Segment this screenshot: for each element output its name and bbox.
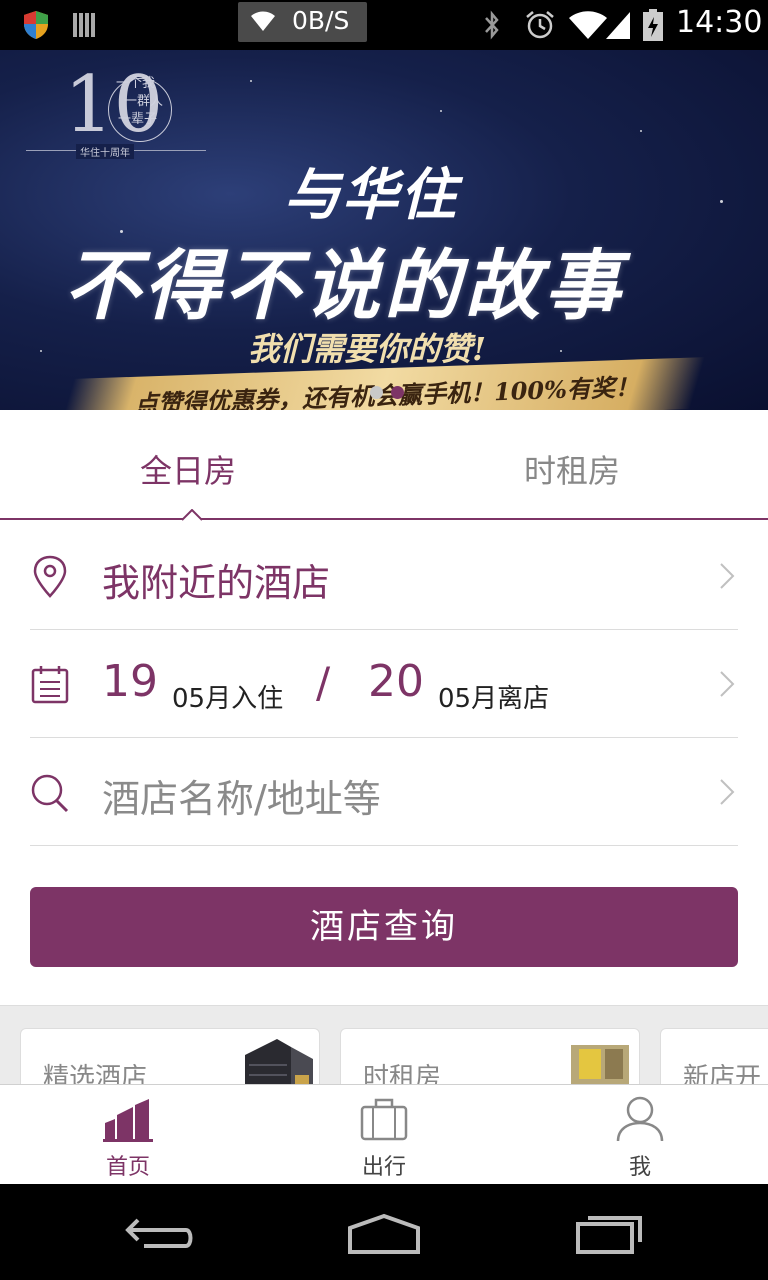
battery-icon [643, 9, 663, 41]
card-label: 时租房 [363, 1063, 442, 1085]
nearby-hotels-row[interactable]: 我附近的酒店 [30, 522, 738, 630]
building-image-icon [245, 1039, 313, 1085]
banner-title-line3: 我们需要你的赞! [248, 330, 487, 368]
card-label: 精选酒店 [43, 1063, 148, 1085]
date-separator: / [316, 658, 331, 707]
search-input[interactable]: 酒店名称/地址等 [102, 768, 381, 823]
card-new-stores[interactable]: 新店开 [660, 1028, 768, 1085]
card-selected-hotels[interactable]: 精选酒店 [20, 1028, 320, 1085]
checkin-label: 05月入住 [172, 684, 284, 714]
wifi-icon [569, 11, 607, 39]
anniversary-line2: 一群人 [124, 94, 164, 109]
date-range-row[interactable]: 19 05月入住 / 20 05月离店 [30, 630, 738, 738]
calendar-icon [31, 666, 69, 704]
shield-icon [24, 11, 48, 39]
suitcase-icon [360, 1098, 408, 1141]
checkout-day[interactable]: 20 [368, 656, 424, 707]
wifi-icon [251, 11, 275, 31]
anniversary-line1: 一个我 [116, 76, 156, 91]
banner-title-line1: 与华住 [284, 162, 458, 228]
anniversary-subtitle: 华住十周年 [76, 144, 134, 159]
chevron-right-icon [720, 563, 735, 589]
tab-indicator-caret [182, 509, 202, 521]
status-bar: 0B/S 14:30 [0, 0, 768, 50]
chevron-right-icon [720, 671, 735, 697]
home-icon[interactable] [346, 1212, 422, 1256]
nav-home[interactable]: 首页 [0, 1085, 256, 1185]
room-type-tabs: 全日房 时租房 [0, 410, 768, 521]
net-speed: 0B/S [292, 6, 350, 35]
system-navigation-bar [0, 1184, 768, 1280]
card-hourly-rooms[interactable]: 时租房 [340, 1028, 640, 1085]
checkout-label: 05月离店 [438, 684, 550, 714]
room-image-icon [571, 1045, 629, 1085]
nav-me[interactable]: 我 [512, 1085, 768, 1185]
tab-full-day[interactable]: 全日房 [140, 446, 236, 492]
nav-trip[interactable]: 出行 [256, 1085, 512, 1185]
bluetooth-icon [485, 10, 499, 40]
recent-apps-icon[interactable] [574, 1210, 646, 1256]
location-pin-icon [33, 555, 67, 598]
anniversary-line3: 一辈子 [118, 112, 158, 127]
hotel-search-row[interactable]: 酒店名称/地址等 [30, 738, 738, 846]
nav-trip-label: 出行 [361, 1155, 406, 1180]
card-label: 新店开 [683, 1063, 762, 1085]
bottom-navigation: 首页 出行 我 [0, 1084, 768, 1184]
buildings-icon [103, 1099, 153, 1142]
back-icon[interactable] [124, 1214, 196, 1254]
tab-underline [0, 518, 768, 520]
chevron-right-icon [720, 779, 735, 805]
person-icon [616, 1096, 664, 1142]
anniversary-badge: 10 一个我 一群人 一辈子 华住十周年 [20, 60, 220, 170]
promo-banner[interactable]: 10 一个我 一群人 一辈子 华住十周年 与华住 不得不说的故事 我们需要你的赞… [0, 50, 768, 410]
carousel-dot-active[interactable] [391, 386, 404, 399]
clock: 14:30 [676, 5, 763, 40]
tab-hourly[interactable]: 时租房 [524, 446, 620, 492]
bars-icon [73, 13, 95, 37]
feature-cards-strip: 精选酒店 时租房 新店开 [0, 1005, 768, 1085]
nearby-hotels-label: 我附近的酒店 [102, 561, 331, 605]
search-icon [31, 774, 69, 813]
nav-home-label: 首页 [105, 1155, 150, 1180]
banner-title-line2: 不得不说的故事 [64, 241, 624, 330]
nav-me-label: 我 [628, 1155, 651, 1180]
signal-icon [606, 12, 630, 39]
carousel-dot[interactable] [370, 386, 383, 399]
checkin-day[interactable]: 19 [102, 656, 158, 707]
alarm-icon [526, 11, 554, 39]
hotel-query-button[interactable]: 酒店查询 [30, 887, 738, 967]
